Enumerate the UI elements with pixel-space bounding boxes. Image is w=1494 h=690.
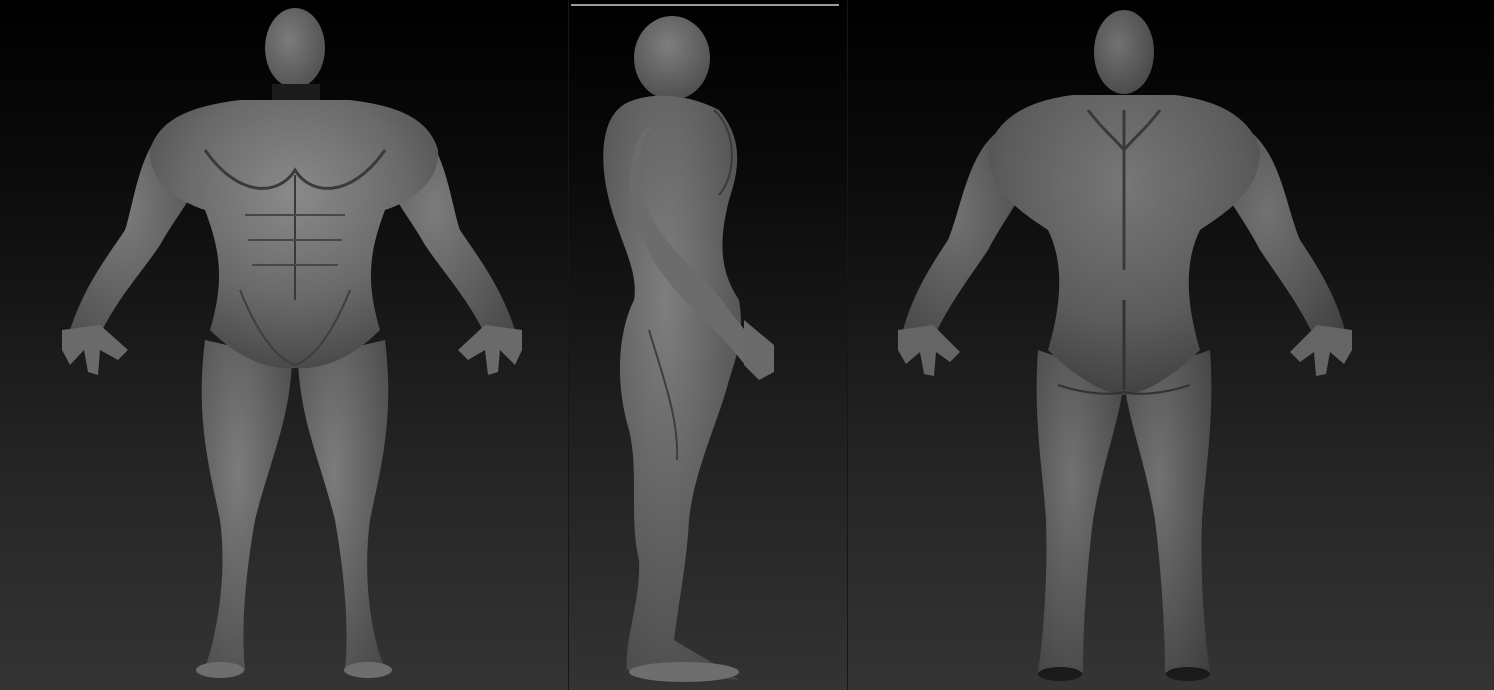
side-view-panel <box>569 0 848 690</box>
front-right-leg <box>298 340 389 670</box>
front-figure <box>62 8 522 678</box>
back-view-panel <box>848 0 1494 690</box>
side-foot <box>629 662 739 682</box>
side-head <box>634 16 710 100</box>
back-right-leg <box>1124 350 1212 672</box>
back-figure <box>898 10 1352 681</box>
back-head <box>1094 10 1154 94</box>
back-right-hand <box>1290 325 1352 376</box>
back-right-heel <box>1166 667 1210 681</box>
side-figure <box>603 16 774 682</box>
front-view-panel <box>0 0 569 690</box>
turnaround-sheet <box>0 0 1494 690</box>
front-left-leg <box>201 340 292 670</box>
side-panel-top-rule <box>571 4 839 6</box>
front-left-hand <box>62 325 128 375</box>
side-body <box>603 95 741 681</box>
back-left-leg <box>1036 350 1124 672</box>
front-head <box>265 8 325 88</box>
front-right-hand <box>458 325 522 375</box>
front-left-foot <box>196 662 244 678</box>
back-left-hand <box>898 325 960 376</box>
back-left-heel <box>1038 667 1082 681</box>
front-right-foot <box>344 662 392 678</box>
side-hand <box>744 320 774 380</box>
